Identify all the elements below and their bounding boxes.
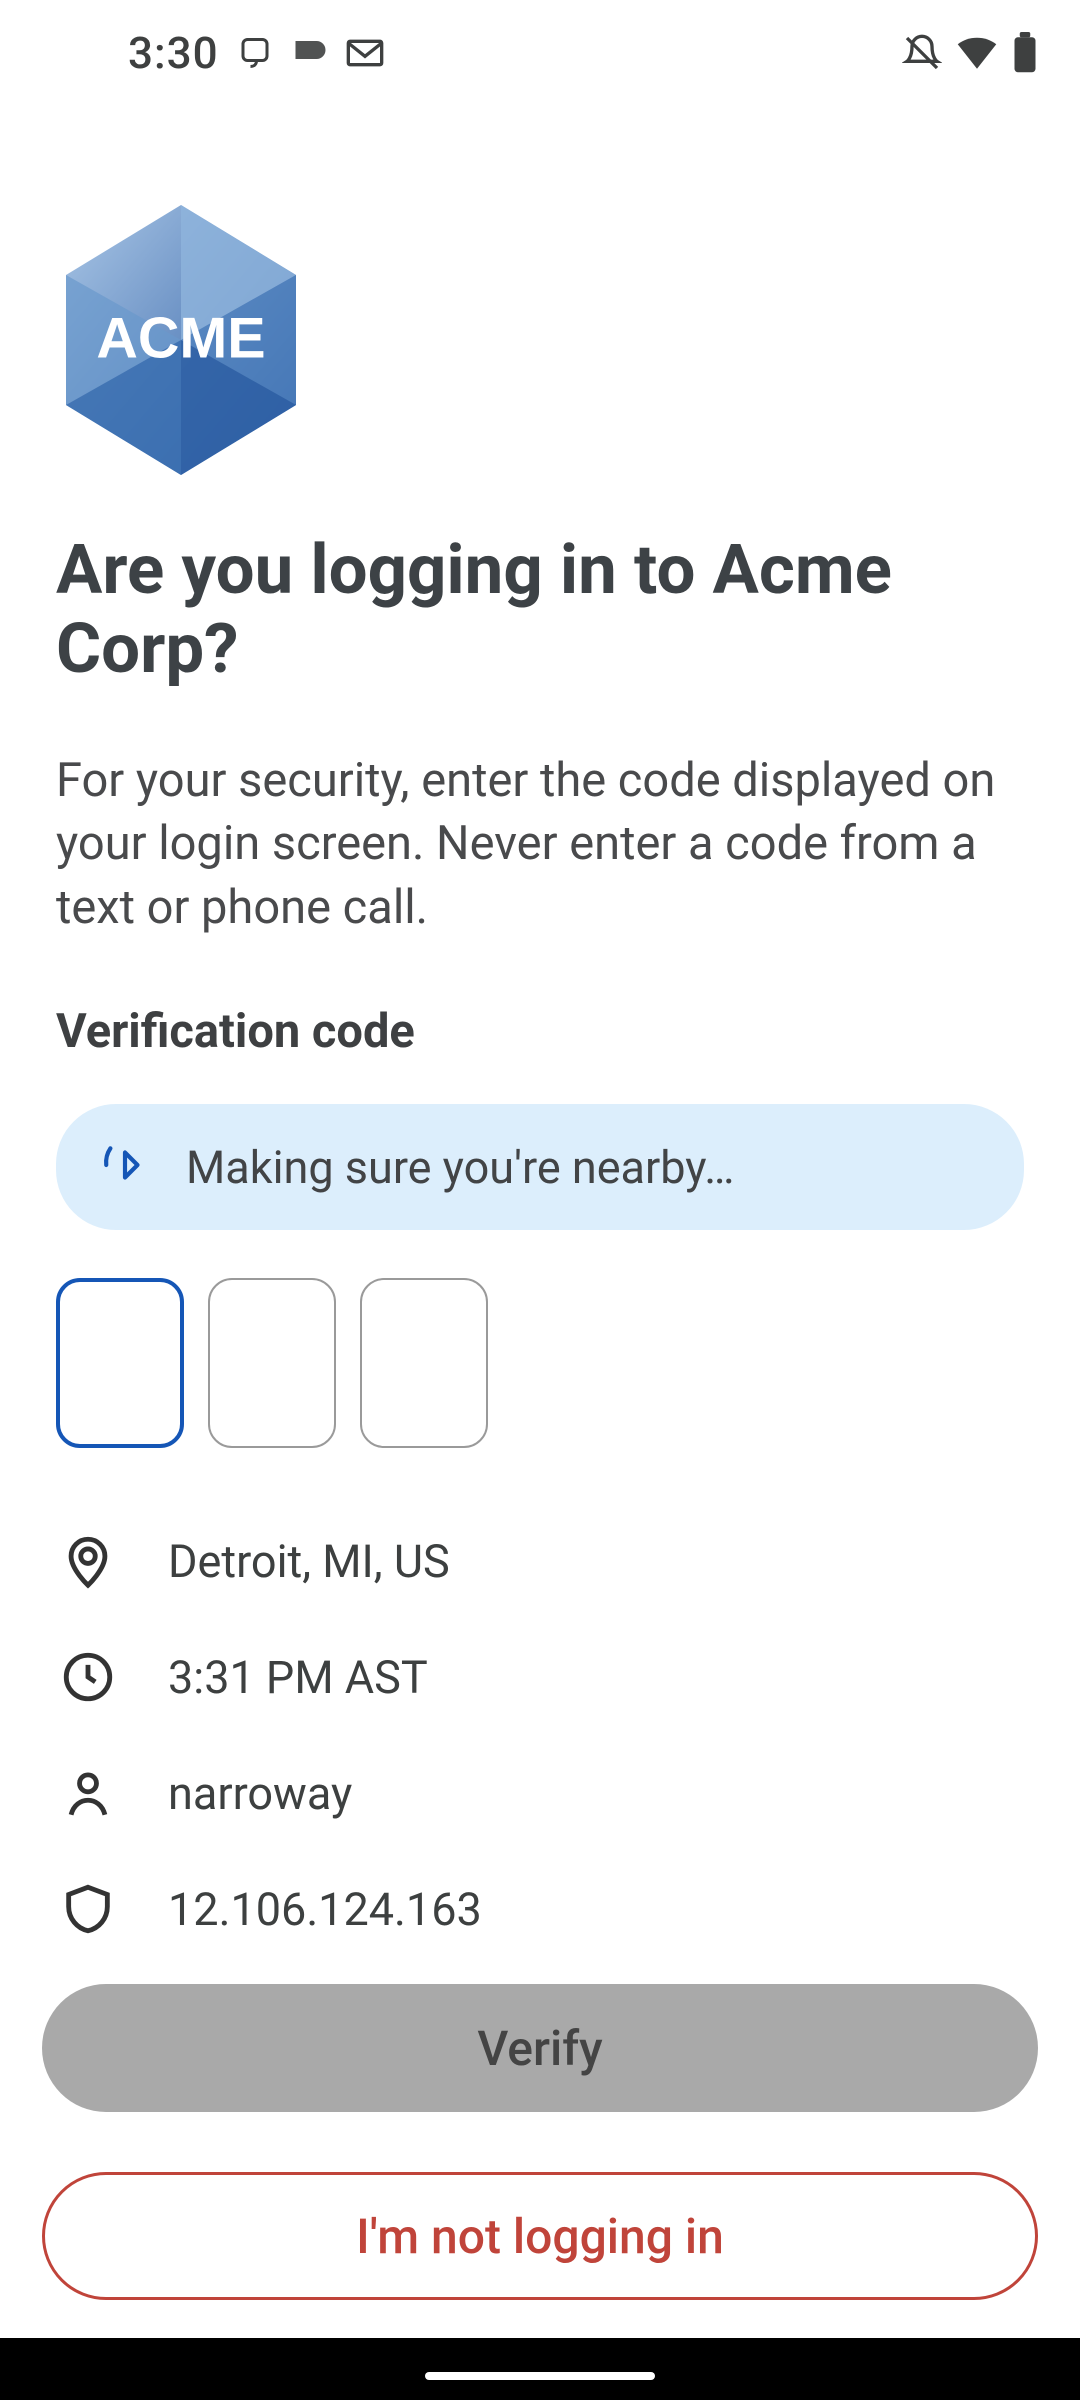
ip-value: 12.106.124.163 [168, 1883, 482, 1936]
code-digit-1[interactable] [56, 1278, 184, 1448]
duo-icon [237, 35, 273, 71]
status-time: 3:30 [128, 27, 219, 79]
wifi-icon [956, 32, 998, 74]
login-details: Detroit, MI, US 3:31 PM AST narroway 12.… [56, 1503, 1024, 1967]
not-logging-in-label: I'm not logging in [356, 2208, 724, 2265]
acme-logo: ACME [56, 200, 306, 480]
proximity-text: Making sure you're nearby… [186, 1141, 734, 1194]
page-subtitle: For your security, enter the code displa… [56, 749, 1024, 939]
main-content: ACME Are you logging in to Acme Corp? Fo… [56, 200, 1024, 1967]
not-logging-in-button[interactable]: I'm not logging in [42, 2172, 1038, 2300]
location-pin-icon [56, 1529, 120, 1593]
status-right [902, 32, 1038, 74]
info-ip: 12.106.124.163 [56, 1851, 1024, 1967]
time-value: 3:31 PM AST [168, 1651, 428, 1704]
user-value: narroway [168, 1767, 352, 1820]
status-left: 3:30 [128, 27, 385, 79]
action-buttons: Verify I'm not logging in [42, 1984, 1038, 2300]
user-icon [56, 1761, 120, 1825]
bluetooth-proximity-icon [100, 1140, 150, 1194]
info-user: narroway [56, 1735, 1024, 1851]
code-digit-3[interactable] [360, 1278, 488, 1448]
arc-icon [291, 35, 327, 71]
location-value: Detroit, MI, US [168, 1535, 450, 1588]
info-location: Detroit, MI, US [56, 1503, 1024, 1619]
home-indicator[interactable] [425, 2372, 655, 2380]
clock-icon [56, 1645, 120, 1709]
battery-icon [1012, 32, 1038, 74]
info-time: 3:31 PM AST [56, 1619, 1024, 1735]
logo-text: ACME [96, 307, 265, 371]
proximity-banner: Making sure you're nearby… [56, 1104, 1024, 1230]
verification-code-label: Verification code [56, 1004, 1024, 1059]
android-nav-bar [0, 2338, 1080, 2400]
notifications-off-icon [902, 33, 942, 73]
page-title: Are you logging in to Acme Corp? [56, 530, 1024, 689]
code-digit-2[interactable] [208, 1278, 336, 1448]
shield-icon [56, 1877, 120, 1941]
verification-code-inputs [56, 1278, 1024, 1448]
verify-button[interactable]: Verify [42, 1984, 1038, 2112]
verify-button-label: Verify [477, 2020, 602, 2077]
status-bar: 3:30 [0, 0, 1080, 105]
gmail-icon [345, 33, 385, 73]
